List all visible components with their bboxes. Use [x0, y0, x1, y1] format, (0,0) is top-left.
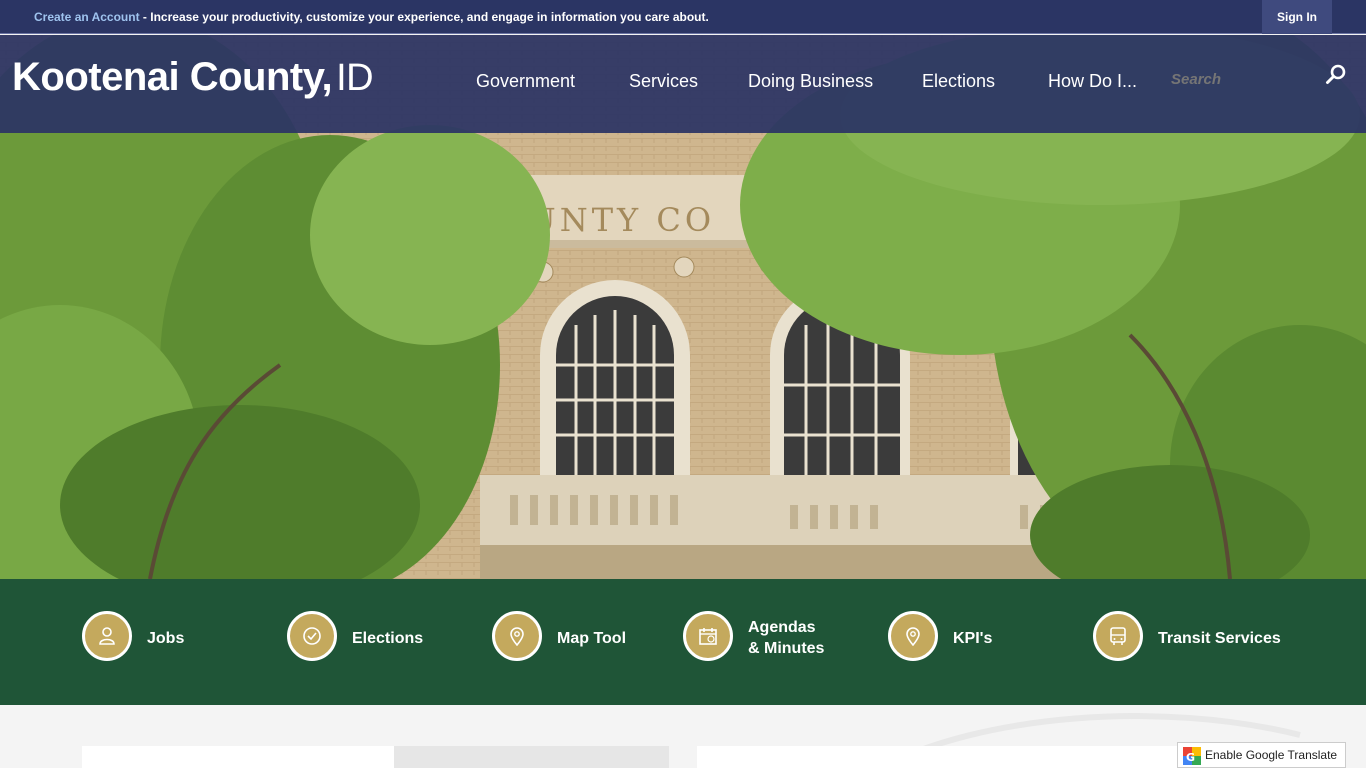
bus-icon	[1110, 627, 1126, 645]
svg-text:G: G	[1186, 751, 1195, 764]
quick-link-circle	[492, 611, 542, 661]
quick-link-circle	[1093, 611, 1143, 661]
search-icon	[1326, 64, 1346, 84]
nav-how-do-i[interactable]: How Do I...	[1048, 71, 1137, 92]
quick-link-circle	[287, 611, 337, 661]
nav-government[interactable]: Government	[476, 71, 575, 92]
google-translate-button[interactable]: G Enable Google Translate	[1177, 742, 1346, 768]
site-state: ID	[336, 57, 374, 99]
search-button[interactable]	[1324, 64, 1348, 88]
create-account-link[interactable]: Create an Account	[34, 10, 140, 24]
quick-link-label-line1: Agendas	[748, 619, 816, 636]
google-translate-label: Enable Google Translate	[1205, 748, 1338, 762]
content-card-left	[82, 746, 394, 768]
content-area	[0, 705, 1366, 768]
quick-link-label: Jobs	[147, 630, 185, 647]
quick-link-circle	[82, 611, 132, 661]
quick-link-circle	[888, 611, 938, 661]
site-header: Kootenai County, ID Government Services D…	[0, 35, 1366, 133]
quick-link-label: Elections	[352, 630, 424, 647]
site-logo[interactable]: Kootenai County, ID	[12, 55, 374, 100]
nav-elections[interactable]: Elections	[922, 71, 995, 92]
quick-link-circle	[683, 611, 733, 661]
content-card-left-image	[394, 746, 669, 768]
site-name: Kootenai County,	[12, 55, 333, 99]
quick-link-label-line2: & Minutes	[748, 640, 825, 657]
person-icon	[99, 627, 115, 645]
calendar-icon	[699, 628, 717, 645]
checkmark-icon	[303, 627, 321, 645]
search-input[interactable]	[1171, 69, 1321, 89]
map-pin-icon	[510, 627, 524, 646]
quick-links-bar: Jobs Elections Map Tool Agendas & Minute…	[0, 579, 1366, 705]
quick-link-label: Transit Services	[1158, 630, 1281, 647]
map-pin-icon	[906, 627, 920, 646]
utility-bar: Create an Account - Increase your produc…	[0, 0, 1366, 34]
content-card-right	[697, 746, 1197, 768]
quick-link-label: KPI's	[953, 630, 993, 647]
nav-doing-business[interactable]: Doing Business	[748, 71, 873, 92]
quick-link-label: Agendas & Minutes	[748, 617, 824, 659]
quick-link-label: Map Tool	[557, 630, 627, 647]
account-message: Create an Account - Increase your produc…	[34, 10, 709, 24]
sign-in-button[interactable]: Sign In	[1262, 0, 1332, 34]
google-translate-icon: G	[1183, 747, 1201, 765]
nav-services[interactable]: Services	[629, 71, 698, 92]
account-message-text: - Increase your productivity, customize …	[139, 10, 709, 24]
